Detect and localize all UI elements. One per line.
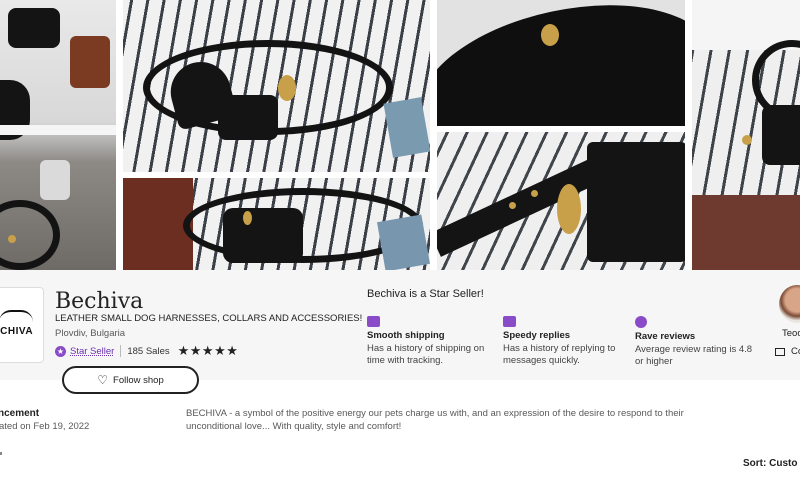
- follow-shop-button[interactable]: ♡ Follow shop: [62, 366, 199, 394]
- truck-icon: [367, 316, 380, 327]
- banner-image-leash-bottom: [123, 178, 430, 270]
- message-icon: [503, 316, 516, 327]
- banner-image-leash-top: [123, 0, 430, 172]
- feature-rave-reviews: Rave reviews Average review rating is 4.…: [635, 316, 760, 367]
- banner-image-harness-closeup: [437, 0, 685, 126]
- envelope-icon: [775, 347, 785, 356]
- contact-label: Co: [791, 346, 800, 357]
- sales-count: 185 Sales: [127, 345, 170, 357]
- shop-name: Bechiva: [55, 289, 144, 314]
- contact-owner-link[interactable]: Co: [775, 346, 800, 357]
- feature-description: Has a history of shipping on time with t…: [367, 343, 485, 366]
- feature-smooth-shipping: Smooth shipping Has a history of shippin…: [367, 316, 492, 366]
- divider: [120, 345, 122, 357]
- star-seller-badge-icon: ★: [55, 345, 66, 357]
- logo-text: ECHIVA: [0, 326, 34, 337]
- heart-icon: ♡: [97, 373, 109, 387]
- feature-speedy-replies: Speedy replies Has a history of replying…: [503, 316, 628, 366]
- feature-description: Average review rating is 4.8 or higher: [635, 344, 753, 367]
- shop-logo[interactable]: ECHIVA: [0, 287, 44, 363]
- shop-stats: ★ Star Seller 185 Sales ★★★★★: [55, 343, 238, 359]
- partial-marker: [0, 452, 2, 455]
- sort-dropdown[interactable]: Sort: Custo: [743, 458, 797, 469]
- logo-mark-icon: [0, 310, 33, 326]
- star-seller-link[interactable]: Star Seller: [70, 346, 114, 357]
- feature-title: Rave reviews: [635, 331, 696, 342]
- follow-shop-label: Follow shop: [113, 374, 164, 386]
- rating-stars[interactable]: ★★★★★: [178, 343, 239, 359]
- banner-image-collar: [692, 0, 800, 270]
- announcement-title: ncement: [0, 408, 40, 419]
- shop-tagline: LEATHER SMALL DOG HARNESSES, COLLARS AND…: [55, 313, 363, 324]
- owner-name: Teod: [782, 328, 800, 339]
- feature-description: Has a history of replying to messages qu…: [503, 343, 616, 366]
- feature-title: Speedy replies: [503, 330, 571, 341]
- star-badge-icon: [635, 316, 647, 328]
- shop-location: Plovdiv, Bulgaria: [55, 328, 126, 339]
- star-seller-heading: Bechiva is a Star Seller!: [367, 288, 484, 300]
- feature-title: Smooth shipping: [367, 330, 445, 341]
- announcement-date: ated on Feb 19, 2022: [0, 421, 90, 432]
- shop-banner: [0, 0, 800, 270]
- banner-image-shelf: [0, 0, 116, 270]
- banner-image-pouch-closeup: [437, 132, 685, 270]
- announcement-text: BECHIVA - a symbol of the positive energ…: [186, 408, 684, 432]
